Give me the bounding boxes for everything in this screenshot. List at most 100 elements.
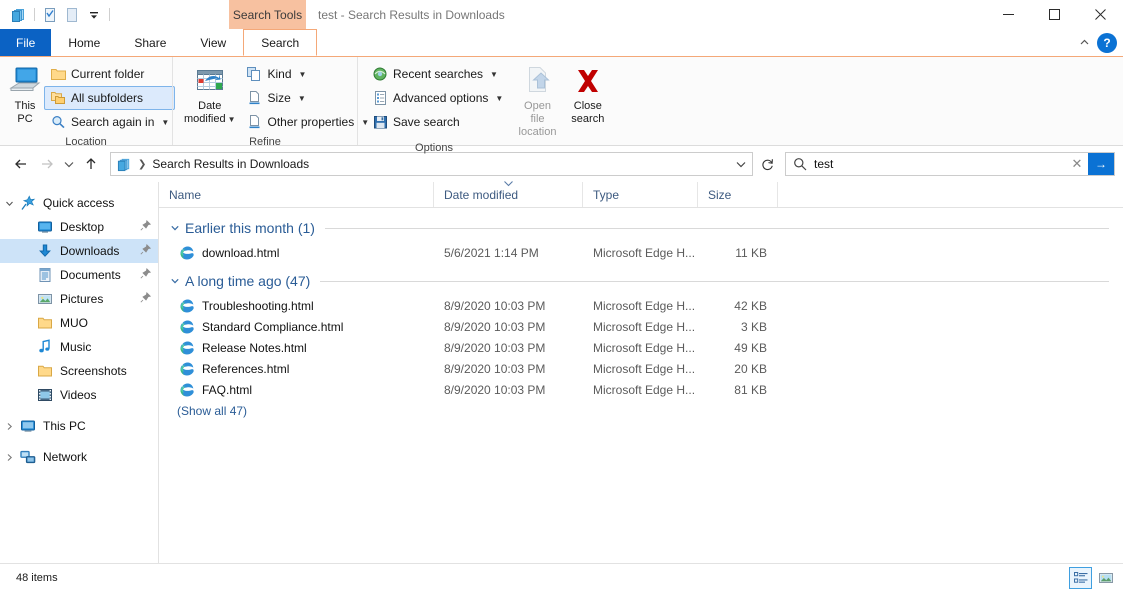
maximize-button[interactable] [1031, 0, 1077, 29]
downloads-icon [35, 243, 55, 259]
chevron-right-icon[interactable] [0, 453, 18, 462]
save-search-button[interactable]: Save search [366, 110, 509, 134]
edge-html-icon [177, 340, 197, 356]
pin-icon[interactable] [140, 291, 152, 306]
column-header-date-modified[interactable]: Date modified [434, 180, 583, 207]
new-folder-icon[interactable] [61, 4, 83, 26]
chevron-down-icon[interactable] [0, 199, 18, 208]
table-row[interactable]: References.html 8/9/2020 10:03 PM Micros… [159, 358, 1123, 379]
table-row[interactable]: Release Notes.html 8/9/2020 10:03 PM Mic… [159, 337, 1123, 358]
search-box[interactable]: test ✕ → [785, 152, 1115, 176]
sidebar-item-screenshots[interactable]: Screenshots [0, 359, 158, 383]
file-group-earlier-this-month[interactable]: Earlier this month (1) [159, 214, 1123, 242]
edge-html-icon [177, 245, 197, 261]
sidebar-item-music[interactable]: Music [0, 335, 158, 359]
column-header-type[interactable]: Type [583, 182, 698, 207]
recent-locations-button[interactable] [60, 151, 78, 177]
file-group-a-long-time-ago[interactable]: A long time ago (47) [159, 267, 1123, 295]
column-header-name[interactable]: Name [159, 182, 434, 207]
sidebar-item-quick-access[interactable]: Quick access [0, 191, 158, 215]
chevron-down-icon[interactable] [167, 223, 183, 233]
item-count-label: 48 items [16, 572, 58, 584]
chevron-down-icon: ▼ [298, 69, 307, 79]
customize-icon[interactable] [83, 4, 105, 26]
tab-view[interactable]: View [183, 29, 244, 56]
show-all-link[interactable]: (Show all 47) [159, 400, 1123, 422]
file-date-cell: 5/6/2021 1:14 PM [444, 245, 539, 260]
pin-icon[interactable] [140, 267, 152, 282]
table-row[interactable]: Troubleshooting.html 8/9/2020 10:03 PM M… [159, 295, 1123, 316]
advanced-options-button[interactable]: Advanced options ▼ [366, 86, 509, 110]
chevron-down-icon: ▼ [161, 117, 170, 127]
search-again-in-button[interactable]: Search again in ▼ [44, 110, 175, 134]
close-icon[interactable]: ✕ [1066, 156, 1088, 172]
save-search-icon [372, 114, 388, 130]
sidebar-item-network[interactable]: Network [0, 445, 158, 469]
file-name-cell: Release Notes.html [159, 340, 434, 356]
tab-file[interactable]: File [0, 29, 52, 56]
forward-button[interactable] [34, 151, 60, 177]
sidebar-item-pictures[interactable]: Pictures [0, 287, 158, 311]
documents-icon [35, 267, 55, 283]
back-button[interactable] [8, 151, 34, 177]
properties-icon [247, 114, 263, 130]
ribbon-group-options-label: Options [415, 142, 453, 154]
subfolders-icon [50, 90, 66, 106]
pin-icon[interactable] [140, 219, 152, 234]
sidebar-item-documents[interactable]: Documents [0, 263, 158, 287]
ribbon-tab-strip: File Home Share View Search ? [0, 29, 1123, 56]
size-button[interactable]: Size ▼ [241, 86, 376, 110]
breadcrumb[interactable]: Search Results in Downloads [152, 157, 309, 171]
group-divider [324, 227, 1109, 229]
sidebar-item-videos[interactable]: Videos [0, 383, 158, 407]
file-name-label: Troubleshooting.html [202, 298, 314, 313]
all-subfolders-button[interactable]: All subfolders [44, 86, 176, 110]
column-header-size[interactable]: Size [698, 182, 778, 207]
tab-home[interactable]: Home [51, 29, 118, 56]
file-name-label: Release Notes.html [202, 340, 307, 355]
properties-icon[interactable] [39, 4, 61, 26]
table-row[interactable]: FAQ.html 8/9/2020 10:03 PM Microsoft Edg… [159, 379, 1123, 400]
chevron-down-icon[interactable] [167, 276, 183, 286]
close-button[interactable] [1077, 0, 1123, 29]
refresh-button[interactable] [753, 152, 781, 176]
up-button[interactable] [78, 151, 104, 177]
chevron-down-icon[interactable] [730, 153, 752, 175]
search-input[interactable]: test [814, 157, 1066, 171]
large-icons-view-button[interactable] [1094, 567, 1117, 589]
this-pc-button[interactable]: This PC [8, 60, 42, 127]
sidebar-item-downloads[interactable]: Downloads [0, 239, 158, 263]
sidebar-item-this-pc[interactable]: This PC [0, 414, 158, 438]
tab-search[interactable]: Search [243, 29, 318, 56]
other-properties-button[interactable]: Other properties ▼ [241, 110, 376, 134]
current-folder-button[interactable]: Current folder [44, 62, 175, 86]
file-date-cell: 8/9/2020 10:03 PM [444, 361, 546, 376]
kind-button[interactable]: Kind ▼ [241, 62, 376, 86]
sidebar-item-muo[interactable]: MUO [0, 311, 158, 335]
minimize-button[interactable] [985, 0, 1031, 29]
details-view-button[interactable] [1069, 567, 1092, 589]
table-row[interactable]: download.html 5/6/2021 1:14 PM Microsoft… [159, 242, 1123, 263]
explorer-icon[interactable] [8, 4, 30, 26]
table-row[interactable]: Standard Compliance.html 8/9/2020 10:03 … [159, 316, 1123, 337]
network-icon [18, 449, 38, 465]
chevron-up-icon[interactable] [1073, 32, 1095, 54]
close-search-icon [573, 65, 603, 97]
tab-share[interactable]: Share [117, 29, 184, 56]
file-size-cell: 20 KB [734, 361, 767, 376]
date-modified-button[interactable]: Date modified ▼ [183, 60, 237, 127]
sort-indicator-icon [434, 180, 582, 189]
sidebar-item-desktop[interactable]: Desktop [0, 215, 158, 239]
help-icon[interactable]: ? [1097, 32, 1117, 53]
close-search-button[interactable]: Close search [566, 60, 610, 127]
search-submit-button[interactable]: → [1088, 153, 1114, 175]
file-date-cell: 8/9/2020 10:03 PM [444, 382, 546, 397]
recent-searches-button[interactable]: Recent searches ▼ [366, 62, 509, 86]
chevron-right-icon[interactable] [0, 422, 18, 431]
contextual-tab-search-tools[interactable]: Search Tools [229, 0, 306, 29]
pin-icon[interactable] [140, 243, 152, 258]
kind-icon [247, 66, 263, 82]
column-header-size-label: Size [708, 187, 732, 202]
open-file-location-button[interactable]: Open file location [515, 60, 559, 140]
